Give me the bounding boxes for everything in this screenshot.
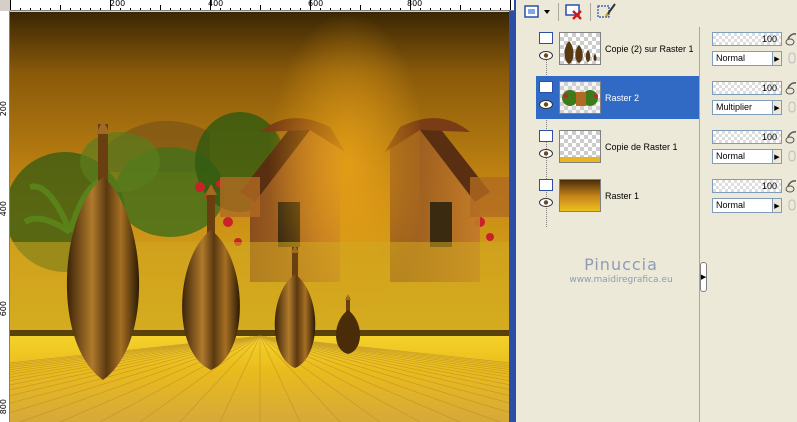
layer-row-raster-2[interactable]: Raster 2 xyxy=(536,76,699,119)
layer-thumbnail xyxy=(559,81,601,114)
ruler-ticks xyxy=(10,0,511,10)
layer-icons xyxy=(536,174,558,217)
layer-icons xyxy=(536,76,558,119)
layer-thumbnail xyxy=(559,179,601,212)
edit-layer-icon[interactable] xyxy=(596,2,618,22)
layer-row-copie-raster-1[interactable]: Copie de Raster 1 xyxy=(536,125,699,168)
layers-toolbar xyxy=(516,0,797,24)
layer-name: Raster 2 xyxy=(605,92,640,103)
dropdown-arrow-icon[interactable]: ▶ xyxy=(772,51,782,66)
layer-props-1: 100 Multiplier ▶ xyxy=(712,76,797,122)
layer-icons xyxy=(536,125,558,168)
lock-transparency-icon[interactable] xyxy=(785,130,797,144)
dropdown-arrow-icon[interactable]: ▶ xyxy=(772,198,782,213)
raster-layer-icon xyxy=(539,81,553,93)
delete-layer-icon[interactable] xyxy=(564,2,584,22)
ruler-label: 800 xyxy=(0,399,8,415)
layer-props-0: 100 Normal ▶ xyxy=(712,27,797,73)
ruler-label: 400 xyxy=(0,201,8,217)
raster-layer-icon xyxy=(539,32,553,44)
layer-name: Copie de Raster 1 xyxy=(605,141,678,152)
image-canvas[interactable] xyxy=(10,12,509,422)
raster-layer-icon xyxy=(539,179,553,191)
layer-properties: 100 Normal ▶ 100 Multiplier ▶ 100 Normal… xyxy=(712,27,797,247)
ruler-top: 200 400 600 800 xyxy=(10,0,514,11)
toolbar-separator xyxy=(590,3,591,21)
eye-icon[interactable] xyxy=(539,51,553,60)
layer-thumbnail xyxy=(559,130,601,163)
eye-icon[interactable] xyxy=(539,149,553,158)
dropdown-arrow-icon[interactable] xyxy=(543,2,551,22)
ruler-corner xyxy=(0,0,10,11)
eye-icon[interactable] xyxy=(539,198,553,207)
opacity-field[interactable]: 100 xyxy=(712,32,782,46)
ruler-label: 600 xyxy=(0,301,8,317)
opacity-field[interactable]: 100 xyxy=(712,130,782,144)
link-icon[interactable] xyxy=(787,101,797,113)
dropdown-arrow-icon[interactable]: ▶ xyxy=(772,149,782,164)
new-layer-icon[interactable] xyxy=(522,2,542,22)
raster-layer-icon xyxy=(539,130,553,142)
app-window: 200 400 600 800 200 400 600 800 Copie (2… xyxy=(0,0,797,422)
layers-panel: Copie (2) sur Raster 1 Raster 2 Copie de… xyxy=(514,0,797,422)
ruler-left: 200 400 600 800 xyxy=(0,11,10,422)
opacity-field[interactable]: 100 xyxy=(712,81,782,95)
collapse-arrow-icon[interactable]: ▶ xyxy=(700,262,707,292)
layer-icons xyxy=(536,27,558,70)
ruler-label: 200 xyxy=(0,101,8,117)
link-icon[interactable] xyxy=(787,52,797,64)
layer-row-copie-2[interactable]: Copie (2) sur Raster 1 xyxy=(536,27,699,70)
eye-icon[interactable] xyxy=(539,100,553,109)
canvas-panel: 200 400 600 800 200 400 600 800 xyxy=(0,0,514,422)
watermark: Pinuccia www.maidiregrafica.eu xyxy=(546,255,696,285)
link-icon[interactable] xyxy=(787,150,797,162)
layer-name: Raster 1 xyxy=(605,190,640,201)
toolbar-separator xyxy=(558,3,559,21)
layer-props-3: 100 Normal ▶ xyxy=(712,174,797,220)
dropdown-arrow-icon[interactable]: ▶ xyxy=(772,100,782,115)
link-icon[interactable] xyxy=(787,199,797,211)
lock-transparency-icon[interactable] xyxy=(785,81,797,95)
lock-transparency-icon[interactable] xyxy=(785,179,797,193)
watermark-url: www.maidiregrafica.eu xyxy=(569,275,673,285)
layer-row-raster-1[interactable]: Raster 1 xyxy=(536,174,699,217)
panel-divider xyxy=(699,27,707,422)
watermark-title: Pinuccia xyxy=(584,255,658,274)
lock-transparency-icon[interactable] xyxy=(785,32,797,46)
layer-name: Copie (2) sur Raster 1 xyxy=(605,43,694,54)
layer-thumbnail xyxy=(559,32,601,65)
layer-props-2: 100 Normal ▶ xyxy=(712,125,797,171)
artwork xyxy=(10,12,509,422)
layer-list: Copie (2) sur Raster 1 Raster 2 Copie de… xyxy=(536,27,706,227)
opacity-field[interactable]: 100 xyxy=(712,179,782,193)
